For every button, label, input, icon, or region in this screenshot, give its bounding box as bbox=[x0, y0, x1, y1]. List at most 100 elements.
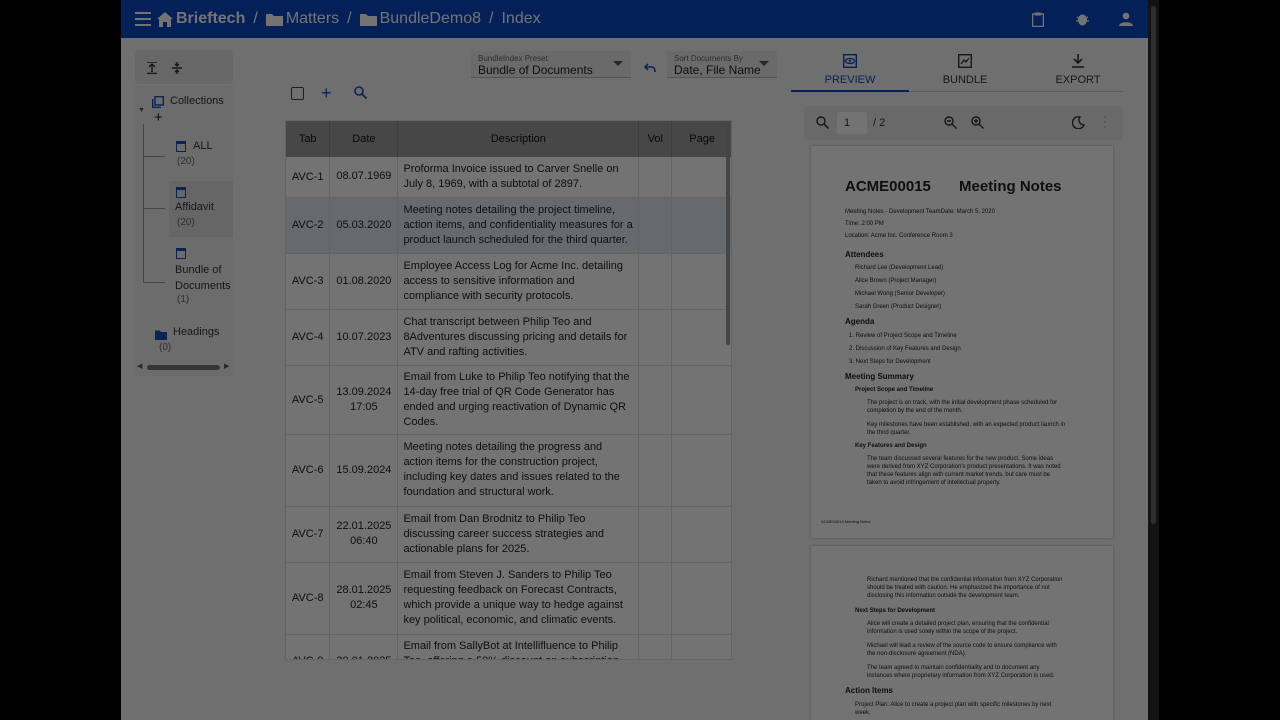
table-row[interactable]: AVC-3 01.08.2020 Employee Access Log for A… bbox=[286, 253, 731, 310]
doc-title: Meeting Notes bbox=[959, 178, 1062, 195]
col-tab[interactable]: Tab bbox=[286, 121, 331, 157]
col-description[interactable]: Description bbox=[397, 121, 640, 157]
cell-page bbox=[671, 506, 731, 563]
cell-date: 10.07.2023 bbox=[329, 309, 399, 366]
doc-subheading: Key Features and Design bbox=[855, 443, 927, 449]
tab-bundle-label: BUNDLE bbox=[942, 74, 988, 86]
index-table: Tab Date Description Vol Page AVC-1 08.07… bbox=[285, 120, 732, 660]
cell-page bbox=[671, 634, 731, 659]
bug-icon[interactable] bbox=[1060, 12, 1104, 26]
table-row[interactable]: AVC-6 15.09.2024 Meeting notes detailing t… bbox=[286, 434, 731, 507]
cell-page bbox=[671, 309, 731, 366]
doc-line: Project Plan: Alice to create a project … bbox=[855, 702, 1052, 708]
more-options-icon[interactable]: · · · bbox=[1103, 110, 1107, 132]
top-bar: Brieftech / Matters / BundleDemo8 / Inde… bbox=[121, 0, 1148, 38]
menu-icon[interactable] bbox=[135, 12, 151, 26]
cell-tab: AVC-7 bbox=[286, 506, 331, 563]
doc-line: 1. Review of Project Scope and Timeline bbox=[849, 333, 957, 339]
cell-tab: AVC-4 bbox=[286, 309, 331, 366]
cell-page bbox=[671, 365, 731, 435]
doc-line: taken to avoid infringement of intellect… bbox=[867, 480, 1001, 486]
table-scrollbar[interactable] bbox=[726, 125, 730, 345]
tree-item-headings[interactable]: Headings bbox=[173, 326, 219, 338]
col-date[interactable]: Date bbox=[329, 121, 399, 157]
cell-date: 30.01.2025 bbox=[329, 634, 399, 659]
viewer-toolbar: 1 / 2 · · · bbox=[804, 106, 1123, 140]
scroll-right-icon[interactable]: ▶ bbox=[224, 362, 229, 370]
table-row[interactable]: AVC-2 05.03.2020 Meeting notes detailing t… bbox=[286, 197, 731, 254]
tree-count-bundle: (1) bbox=[177, 294, 190, 305]
zoom-out-icon[interactable] bbox=[944, 116, 957, 132]
tree-item-all[interactable]: ALL bbox=[193, 140, 213, 152]
zoom-in-icon[interactable] bbox=[971, 116, 984, 132]
tab-export[interactable]: EXPORT bbox=[1023, 54, 1133, 86]
tree-count-headings: (0) bbox=[159, 342, 172, 353]
breadcrumb-app[interactable]: Brieftech bbox=[176, 10, 245, 28]
search-icon[interactable] bbox=[354, 86, 368, 104]
tree-item-affidavit[interactable]: Affidavit bbox=[175, 201, 214, 213]
undo-icon[interactable] bbox=[643, 60, 656, 78]
dark-mode-icon[interactable] bbox=[1071, 116, 1086, 132]
folder-icon bbox=[359, 13, 377, 26]
doc-line: disclosing this information outside the … bbox=[867, 593, 1020, 599]
table-row[interactable]: AVC-4 10.07.2023 Chat transcript between P… bbox=[286, 309, 731, 366]
doc-line: 2. Discussion of Key Features and Design bbox=[849, 346, 961, 352]
cell-page bbox=[671, 197, 731, 254]
col-page[interactable]: Page bbox=[671, 121, 731, 157]
collections-tree: Collections ▼ + ALL (20) Affidavit (20) … bbox=[135, 86, 233, 376]
sort-value: Date, File Name bbox=[674, 63, 761, 77]
home-icon[interactable] bbox=[157, 11, 173, 27]
doc-line: Sarah Green (Product Designer) bbox=[855, 304, 942, 310]
table-row[interactable]: AVC-1 08.07.1969 Proforma Invoice issued t… bbox=[286, 157, 731, 198]
table-row[interactable]: AVC-930.01.2025Email from SallyBot at In… bbox=[286, 634, 731, 659]
sort-select[interactable]: Sort Documents By Date, File Name bbox=[667, 51, 777, 78]
preset-select[interactable]: BundleIndex Preset Bundle of Documents bbox=[471, 51, 631, 78]
breadcrumb: Brieftech / Matters / BundleDemo8 / Inde… bbox=[157, 10, 541, 28]
doc-line: the third quarter. bbox=[867, 430, 911, 436]
cell-date: 28.01.2025 02:45 bbox=[329, 562, 399, 635]
chevron-down-icon[interactable]: ▼ bbox=[138, 107, 145, 114]
table-row[interactable]: AVC-5 13.09.2024 17:05 Email from Luke to … bbox=[286, 365, 731, 435]
clipboard-icon[interactable] bbox=[1016, 12, 1060, 27]
cell-tab: AVC-2 bbox=[286, 197, 331, 254]
scroll-left-icon[interactable]: ◀ bbox=[137, 362, 142, 370]
col-vol[interactable]: Vol bbox=[638, 121, 673, 157]
tree-scrollbar[interactable] bbox=[147, 365, 220, 370]
pdf-page-1: ACME00015 Meeting Notes Meeting Notes - … bbox=[811, 146, 1113, 538]
page-number-input[interactable]: 1 bbox=[837, 112, 867, 134]
doc-line: the non-disclosure agreement (NDA). bbox=[867, 651, 967, 657]
tab-bundle[interactable]: BUNDLE bbox=[910, 53, 1020, 86]
doc-meta: Location: Acme Inc. Conference Room 3 bbox=[845, 233, 953, 239]
select-all-checkbox[interactable] bbox=[291, 87, 304, 100]
cell-tab: AVC-5 bbox=[286, 365, 331, 435]
cell-description: Email from Steven J. Sanders to Philip T… bbox=[397, 562, 640, 635]
table-row[interactable]: AVC-7 22.01.2025 06:40 Email from Dan Brod… bbox=[286, 506, 731, 563]
doc-id: ACME00015 bbox=[845, 178, 931, 195]
download-icon bbox=[1072, 54, 1084, 68]
tab-preview[interactable]: PREVIEW bbox=[795, 53, 905, 86]
account-icon[interactable] bbox=[1104, 12, 1148, 26]
add-icon[interactable]: + bbox=[321, 83, 332, 104]
breadcrumb-bundle[interactable]: BundleDemo8 bbox=[380, 10, 481, 28]
breadcrumb-matters[interactable]: Matters bbox=[286, 10, 339, 28]
cell-date: 01.08.2020 bbox=[329, 253, 399, 310]
tree-item-bundle[interactable]: Bundle of Documents bbox=[175, 262, 235, 294]
doc-subheading: Project Scope and Timeline bbox=[855, 387, 934, 393]
search-icon[interactable] bbox=[816, 116, 830, 132]
tree-count-all: (20) bbox=[177, 156, 195, 167]
add-collection-icon[interactable]: + bbox=[154, 109, 163, 126]
tab-export-label: EXPORT bbox=[1055, 74, 1101, 86]
collapse-icon[interactable] bbox=[147, 61, 157, 79]
doc-line: completion by the end of the month. bbox=[867, 408, 963, 414]
doc-meta: Meeting Notes - Development TeamDate: Ma… bbox=[845, 209, 995, 215]
tree-root-collections[interactable]: Collections bbox=[170, 95, 224, 107]
tab-preview-indicator bbox=[791, 90, 909, 92]
page-total: / 2 bbox=[873, 117, 886, 129]
table-row[interactable]: AVC-8 28.01.2025 02:45 Email from Steven J… bbox=[286, 562, 731, 635]
cell-date: 22.01.2025 06:40 bbox=[329, 506, 399, 563]
cell-description: Meeting notes detailing the project time… bbox=[397, 197, 640, 254]
window-scrollbar[interactable] bbox=[1148, 0, 1159, 720]
cell-description: Employee Access Log for Acme Inc. detail… bbox=[397, 253, 640, 310]
expand-icon[interactable] bbox=[172, 61, 182, 79]
cell-tab: AVC-1 bbox=[286, 157, 331, 198]
